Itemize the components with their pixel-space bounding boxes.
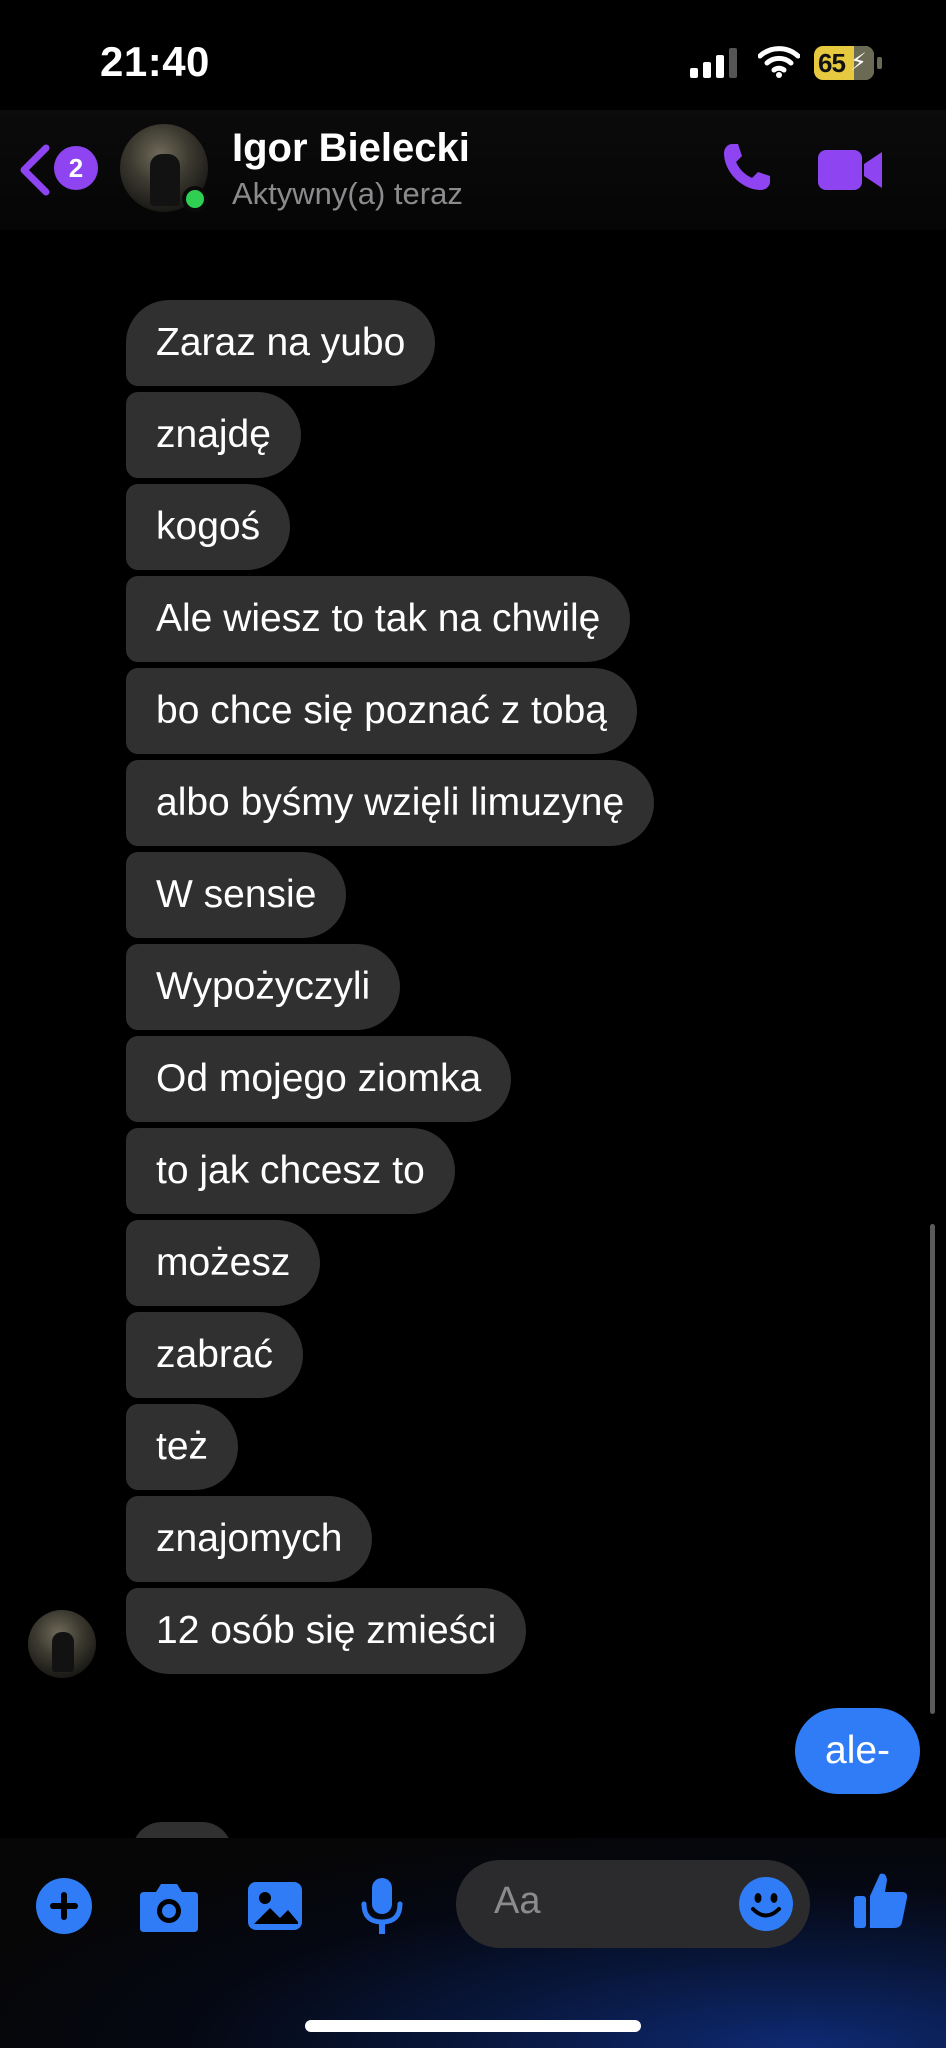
presence-status: Aktywny(a) teraz — [232, 176, 463, 211]
thumbs-up-icon[interactable] — [852, 1870, 910, 1930]
message-bubble-incoming[interactable]: Od mojego ziomka — [126, 1036, 512, 1122]
message-input-placeholder: Aa — [494, 1880, 541, 1922]
message-bubble-incoming[interactable]: znajomych — [126, 1496, 373, 1582]
message-bubble-incoming[interactable]: Zaraz na yubo — [126, 300, 436, 386]
battery-level: 65 — [818, 48, 846, 78]
message-bubble-incoming[interactable]: W sensie — [126, 852, 347, 938]
message-bubble-incoming[interactable]: bo chce się poznać z tobą — [126, 668, 637, 754]
microphone-icon[interactable] — [358, 1878, 406, 1938]
conversation-header: 2 Igor Bielecki Aktywny(a) teraz — [0, 110, 946, 230]
message-bubble-incoming[interactable]: znajdę — [126, 392, 301, 478]
signal-icon — [690, 48, 737, 78]
message-bubble-outgoing[interactable]: ale- — [795, 1708, 921, 1794]
message-bubble-incoming[interactable]: Ale wiesz to tak na chwilę — [126, 576, 631, 662]
message-input[interactable]: Aa — [456, 1860, 810, 1948]
message-bubble-incoming[interactable]: możesz — [126, 1220, 321, 1306]
sender-avatar[interactable] — [28, 1610, 96, 1678]
message-bubble-incoming[interactable]: kogoś — [126, 484, 291, 570]
message-bubble-incoming[interactable]: to jak chcesz to — [126, 1128, 455, 1214]
phone-icon[interactable] — [718, 140, 774, 196]
message-bubble-incoming[interactable]: albo byśmy wzięli limuzynę — [126, 760, 655, 846]
unread-badge[interactable]: 2 — [54, 146, 98, 190]
battery-icon: 65 ⚡ — [814, 46, 886, 80]
message-bubble-incoming[interactable]: Wypożyczyli — [126, 944, 401, 1030]
status-time: 21:40 — [100, 38, 210, 85]
home-indicator[interactable] — [305, 2020, 641, 2032]
image-icon[interactable] — [246, 1878, 304, 1934]
scrollbar[interactable] — [930, 1224, 935, 1714]
composer-bar: Aa — [0, 1838, 946, 2048]
status-bar: 21:40 65 ⚡ — [0, 0, 946, 120]
camera-icon[interactable] — [138, 1878, 200, 1934]
wifi-icon — [758, 46, 800, 78]
emoji-icon[interactable] — [738, 1876, 794, 1932]
message-bubble-incoming[interactable]: 12 osób się zmieści — [126, 1588, 527, 1674]
back-chevron-icon[interactable] — [18, 144, 52, 196]
online-indicator — [182, 186, 208, 212]
plus-icon[interactable] — [36, 1878, 92, 1934]
message-bubble-incoming[interactable]: zabrać — [126, 1312, 304, 1398]
message-bubble-incoming[interactable]: też — [126, 1404, 239, 1490]
contact-name[interactable]: Igor Bielecki — [232, 126, 470, 171]
video-camera-icon[interactable] — [818, 148, 884, 192]
